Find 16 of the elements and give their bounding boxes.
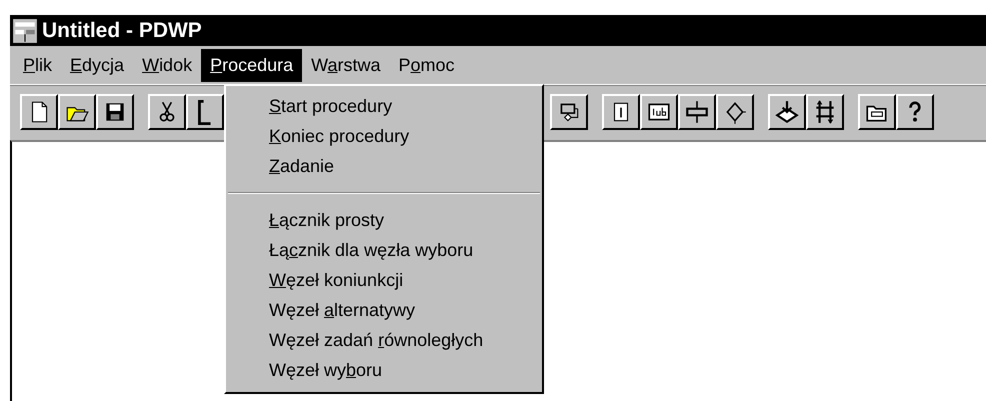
menu-item[interactable]: Koniec procedury: [226, 121, 542, 151]
menu-item[interactable]: Węzeł zadań równoległych: [226, 325, 542, 355]
menu-item[interactable]: Edycja: [61, 48, 134, 82]
menu-item[interactable]: Węzeł wyboru: [226, 355, 542, 385]
menu-item[interactable]: Warstwa: [302, 48, 390, 82]
menu-item[interactable]: Procedura: [201, 48, 302, 82]
menu-item[interactable]: Widok: [133, 48, 202, 82]
menu-item[interactable]: Plik: [14, 48, 62, 82]
menu-item[interactable]: Węzeł alternatywy: [226, 295, 542, 325]
menu-item[interactable]: Łącznik prosty: [226, 205, 542, 235]
menu-item[interactable]: Start procedury: [226, 91, 542, 121]
menu-item[interactable]: Pomoc: [390, 48, 464, 82]
menu-item[interactable]: Łącznik dla węzła wyboru: [226, 235, 542, 265]
menu-item[interactable]: Zadanie: [226, 151, 542, 181]
window-title: Untitled - PDWP: [42, 18, 202, 42]
menu-item[interactable]: Węzeł koniunkcji: [226, 265, 542, 295]
